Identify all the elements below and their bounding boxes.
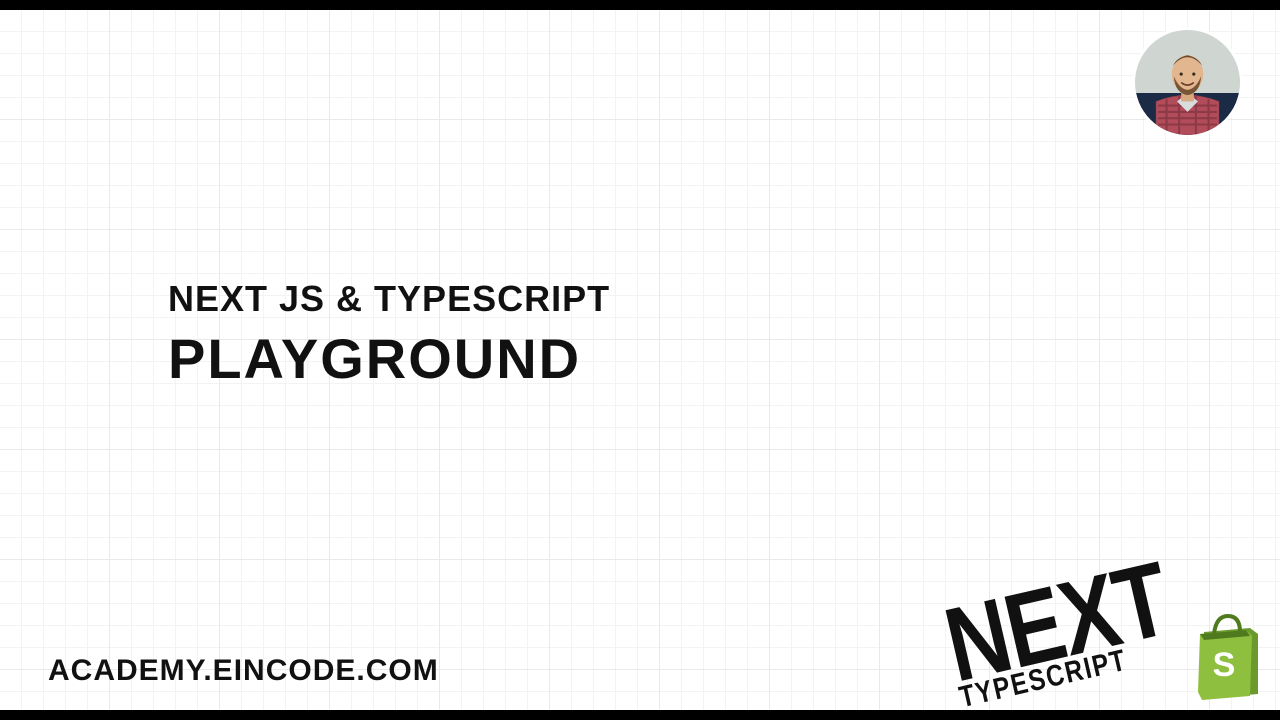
site-url-label: ACADEMY.EINCODE.COM [48,654,439,688]
svg-text:S: S [1213,646,1236,684]
shopping-bag-icon: S [1188,610,1268,700]
letterbox-top [0,0,1280,10]
letterbox-bottom [0,710,1280,720]
title-line-1: NEXT JS & TYPESCRIPT [168,278,610,320]
title-block: NEXT JS & TYPESCRIPT PLAYGROUND [168,278,610,391]
title-line-2: PLAYGROUND [168,326,610,391]
avatar [1135,30,1240,135]
